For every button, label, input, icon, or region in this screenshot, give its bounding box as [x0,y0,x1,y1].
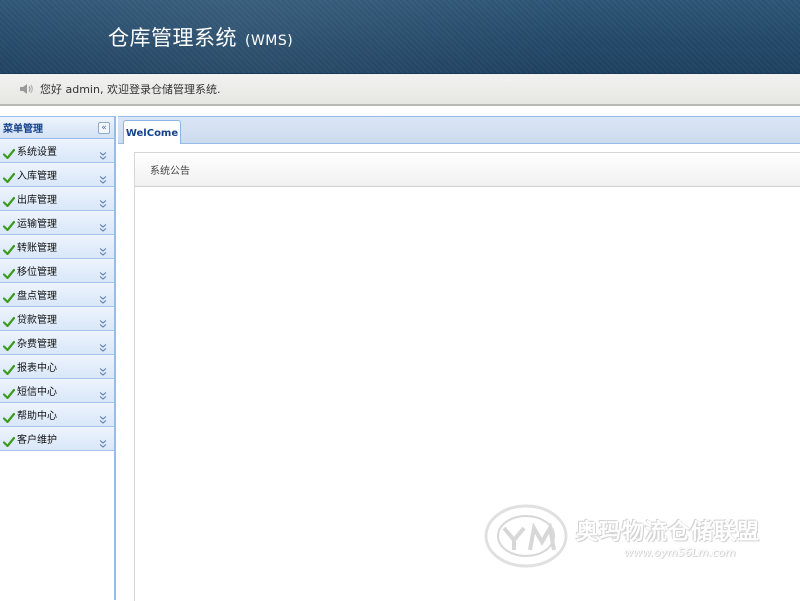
sidebar-item-label: 报表中心 [17,363,57,374]
check-icon [2,337,16,351]
double-chevron-down-icon[interactable] [98,314,108,328]
sidebar: 菜单管理 « 系统设置 入库管理 出库管理 运输管理 转账管理 移位管理 盘点管… [0,116,116,600]
check-icon [2,409,16,423]
sidebar-item-label: 系统设置 [17,147,57,158]
double-chevron-down-icon[interactable] [98,362,108,376]
check-icon [2,361,16,375]
sidebar-item-outbound[interactable]: 出库管理 [0,187,114,211]
panel-header: 系统公告 [135,153,800,187]
sidebar-item-label: 贷款管理 [17,315,57,326]
check-icon [2,217,16,231]
check-icon [2,289,16,303]
tab-welcome[interactable]: WelCome [123,120,181,145]
sidebar-item-help[interactable]: 帮助中心 [0,403,114,427]
double-chevron-down-icon[interactable] [98,194,108,208]
sidebar-item-inbound[interactable]: 入库管理 [0,163,114,187]
check-icon [2,265,16,279]
sidebar-item-transport[interactable]: 运输管理 [0,211,114,235]
check-icon [2,145,16,159]
sidebar-item-inventory-count[interactable]: 盘点管理 [0,283,114,307]
greeting-bar: 您好 admin, 欢迎登录仓储管理系统. [0,74,800,106]
sidebar-item-label: 盘点管理 [17,291,57,302]
tab-strip: WelCome [118,117,800,145]
double-chevron-left-icon[interactable]: « [98,121,110,134]
watermark-url: www.oym56Lm.com [624,546,736,559]
sidebar-header: 菜单管理 « [0,117,114,139]
sidebar-item-label: 转账管理 [17,243,57,254]
sidebar-item-label: 运输管理 [17,219,57,230]
sidebar-item-label: 杂费管理 [17,339,57,350]
sidebar-item-loans[interactable]: 贷款管理 [0,307,114,331]
sidebar-item-label: 客户维护 [17,435,57,446]
double-chevron-down-icon[interactable] [98,434,108,448]
sidebar-item-label: 移位管理 [17,267,57,278]
double-chevron-down-icon[interactable] [98,146,108,160]
sidebar-item-sms[interactable]: 短信中心 [0,379,114,403]
sidebar-item-label: 短信中心 [17,387,57,398]
sidebar-item-relocation[interactable]: 移位管理 [0,259,114,283]
sidebar-item-transfer[interactable]: 转账管理 [0,235,114,259]
check-icon [2,169,16,183]
sidebar-item-label: 帮助中心 [17,411,57,422]
greeting-text: 您好 admin, 欢迎登录仓储管理系统. [40,83,221,96]
watermark-logo [484,504,568,568]
app-title: 仓库管理系统 (WMS) [108,22,293,52]
sidebar-item-reports[interactable]: 报表中心 [0,355,114,379]
check-icon [2,241,16,255]
double-chevron-down-icon[interactable] [98,170,108,184]
check-icon [2,385,16,399]
double-chevron-down-icon[interactable] [98,410,108,424]
double-chevron-down-icon[interactable] [98,338,108,352]
check-icon [2,313,16,327]
double-chevron-down-icon[interactable] [98,386,108,400]
double-chevron-down-icon[interactable] [98,290,108,304]
watermark: 奥玛物流仓储联盟 www.oym56Lm.com [484,498,794,574]
sidebar-item-misc-fees[interactable]: 杂费管理 [0,331,114,355]
watermark-title: 奥玛物流仓储联盟 [576,520,761,545]
sidebar-item-customer[interactable]: 客户维护 [0,427,114,451]
sidebar-item-label: 入库管理 [17,171,57,182]
sidebar-item-system-settings[interactable]: 系统设置 [0,139,114,163]
check-icon [2,193,16,207]
sidebar-item-label: 出库管理 [17,195,57,206]
double-chevron-down-icon[interactable] [98,242,108,256]
app-title-text: 仓库管理系统 [108,26,237,50]
speaker-icon [18,81,34,97]
app-subtitle: (WMS) [245,33,294,49]
app-header: 仓库管理系统 (WMS) [0,0,800,74]
check-icon [2,433,16,447]
panel-title: 系统公告 [150,166,190,177]
double-chevron-down-icon[interactable] [98,266,108,280]
double-chevron-down-icon[interactable] [98,218,108,232]
sidebar-title: 菜单管理 [3,124,43,135]
